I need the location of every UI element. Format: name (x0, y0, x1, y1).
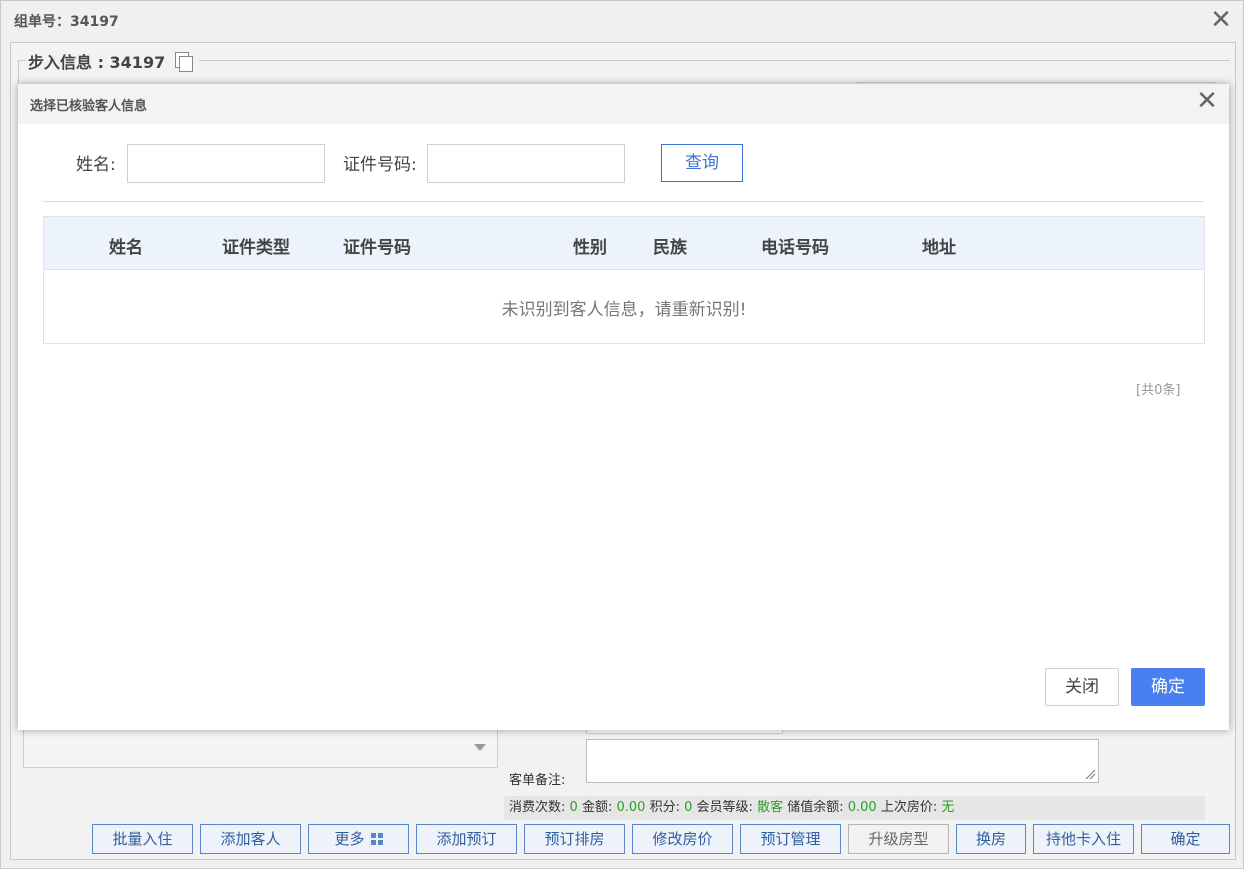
id-number-input[interactable] (427, 144, 625, 183)
empty-table-message: 未识别到客人信息，请重新识别! (501, 300, 747, 320)
bottom-toolbar: 批量入住 添加客人 更多 添加预订 预订排房 修改房价 预订管理 升级房型 换房… (92, 824, 1230, 854)
column-header-address[interactable]: 地址 (922, 233, 956, 258)
change-room-button[interactable]: 换房 (956, 824, 1026, 854)
resize-grip-icon[interactable] (1084, 768, 1096, 780)
batch-checkin-button[interactable]: 批量入住 (92, 824, 193, 854)
button-label: 换房 (975, 830, 1006, 848)
column-header-id-type[interactable]: 证件类型 (222, 233, 290, 258)
points-value: 0 (684, 800, 693, 815)
last-price-label: 上次房价: (880, 800, 938, 815)
last-price-value: 无 (941, 800, 955, 815)
column-header-gender[interactable]: 性别 (573, 233, 607, 258)
points-label: 积分: (649, 800, 680, 815)
modify-rate-button[interactable]: 修改房价 (632, 824, 733, 854)
visits-label: 消费次数: (509, 800, 566, 815)
name-input[interactable] (127, 144, 325, 183)
confirm-button[interactable]: 确定 (1131, 668, 1205, 706)
remark-textarea[interactable] (586, 739, 1099, 783)
more-button[interactable]: 更多 (308, 824, 409, 854)
divider (43, 201, 1204, 202)
button-label: 预订排房 (544, 830, 605, 848)
modal-title: 选择已核验客人信息 (30, 99, 148, 114)
button-label: 添加客人 (220, 830, 281, 848)
balance-label: 储值余额: (787, 800, 844, 815)
amount-value: 0.00 (616, 800, 646, 815)
remark-label: 客单备注: (509, 773, 566, 788)
step-info-legend: 步入信息 : 34197 (26, 49, 200, 73)
member-stats-bar: 消费次数: 0 金额: 0.00 积分: 0 会员等级: 散客 储值余额: 0.… (504, 796, 1205, 820)
close-icon[interactable]: ✕ (1207, 7, 1235, 35)
total-count: [共0条] (1136, 383, 1181, 398)
add-booking-button[interactable]: 添加预订 (416, 824, 517, 854)
visits-value: 0 (569, 800, 578, 815)
guest-select-dropdown[interactable] (23, 728, 498, 768)
button-label: 批量入住 (112, 830, 173, 848)
modal-header (18, 84, 1229, 124)
button-label: 预订管理 (760, 830, 821, 848)
column-header-ethnicity[interactable]: 民族 (653, 233, 687, 258)
button-label: 持他卡入住 (1045, 830, 1121, 848)
copy-icon[interactable] (173, 51, 194, 72)
close-icon[interactable]: ✕ (1194, 88, 1220, 116)
chevron-down-icon[interactable] (474, 744, 486, 751)
column-header-phone[interactable]: 电话号码 (761, 233, 829, 258)
column-header-name[interactable]: 姓名 (109, 233, 143, 258)
booking-assign-room-button[interactable]: 预订排房 (524, 824, 625, 854)
button-label: 修改房价 (652, 830, 713, 848)
add-guest-button[interactable]: 添加客人 (200, 824, 301, 854)
level-label: 会员等级: (696, 800, 753, 815)
name-label: 姓名: (76, 155, 116, 175)
column-header-id-number[interactable]: 证件号码 (343, 233, 411, 258)
close-button[interactable]: 关闭 (1045, 668, 1119, 706)
level-value: 散客 (757, 800, 784, 815)
upgrade-room-type-button[interactable]: 升级房型 (848, 824, 949, 854)
step-info-label: 步入信息 : 34197 (28, 53, 166, 72)
button-label: 升级房型 (868, 830, 929, 848)
checkin-with-other-card-button[interactable]: 持他卡入住 (1033, 824, 1134, 854)
button-label: 确定 (1170, 830, 1201, 848)
amount-label: 金额: (581, 800, 613, 815)
booking-management-button[interactable]: 预订管理 (740, 824, 841, 854)
button-label: 更多 (334, 830, 365, 848)
query-button[interactable]: 查询 (661, 144, 743, 182)
button-label: 添加预订 (436, 830, 497, 848)
balance-value: 0.00 (847, 800, 877, 815)
grid-icon (370, 833, 383, 845)
confirm-main-button[interactable]: 确定 (1141, 824, 1230, 854)
id-number-label: 证件号码: (343, 155, 417, 175)
window-title: 组单号：34197 (14, 14, 119, 30)
table-header (44, 217, 1204, 270)
